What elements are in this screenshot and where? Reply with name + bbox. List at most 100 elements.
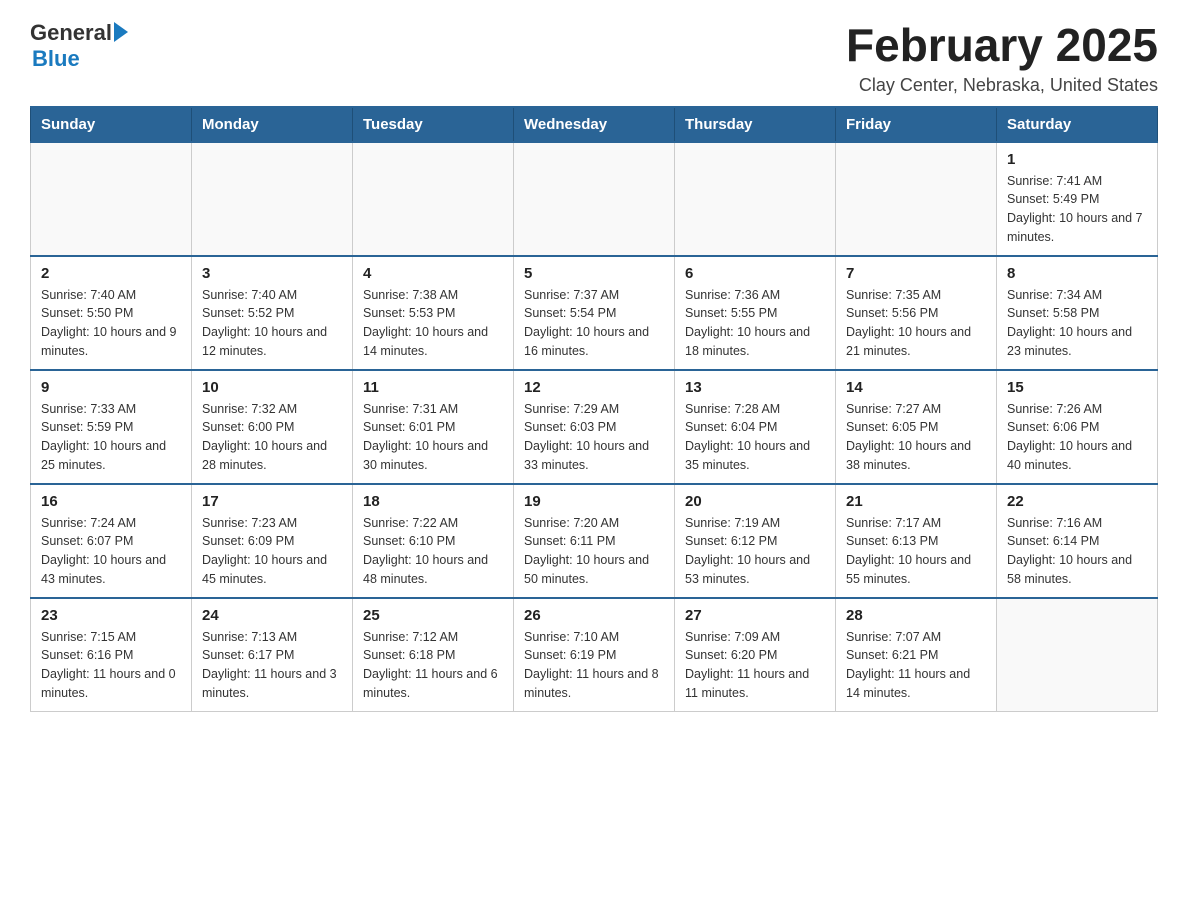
calendar-day-cell: 5 Sunrise: 7:37 AMSunset: 5:54 PMDaylight… bbox=[514, 256, 675, 370]
calendar-day-cell: 20 Sunrise: 7:19 AMSunset: 6:12 PMDayligh… bbox=[675, 484, 836, 598]
day-info: Sunrise: 7:15 AMSunset: 6:16 PMDaylight:… bbox=[41, 628, 181, 703]
day-info: Sunrise: 7:19 AMSunset: 6:12 PMDaylight:… bbox=[685, 514, 825, 589]
day-of-week-header: Friday bbox=[836, 107, 997, 142]
day-number: 11 bbox=[363, 379, 503, 396]
calendar-day-cell: 23 Sunrise: 7:15 AMSunset: 6:16 PMDayligh… bbox=[31, 598, 192, 712]
day-info: Sunrise: 7:23 AMSunset: 6:09 PMDaylight:… bbox=[202, 514, 342, 589]
day-number: 18 bbox=[363, 493, 503, 510]
day-of-week-header: Wednesday bbox=[514, 107, 675, 142]
day-info: Sunrise: 7:24 AMSunset: 6:07 PMDaylight:… bbox=[41, 514, 181, 589]
day-info: Sunrise: 7:12 AMSunset: 6:18 PMDaylight:… bbox=[363, 628, 503, 703]
day-of-week-header: Monday bbox=[192, 107, 353, 142]
day-number: 4 bbox=[363, 265, 503, 282]
day-number: 7 bbox=[846, 265, 986, 282]
day-number: 2 bbox=[41, 265, 181, 282]
title-section: February 2025 Clay Center, Nebraska, Uni… bbox=[846, 20, 1158, 96]
day-number: 3 bbox=[202, 265, 342, 282]
calendar-day-cell: 6 Sunrise: 7:36 AMSunset: 5:55 PMDaylight… bbox=[675, 256, 836, 370]
day-number: 23 bbox=[41, 607, 181, 624]
calendar-day-cell: 18 Sunrise: 7:22 AMSunset: 6:10 PMDayligh… bbox=[353, 484, 514, 598]
calendar-day-cell: 16 Sunrise: 7:24 AMSunset: 6:07 PMDayligh… bbox=[31, 484, 192, 598]
day-info: Sunrise: 7:31 AMSunset: 6:01 PMDaylight:… bbox=[363, 400, 503, 475]
day-info: Sunrise: 7:29 AMSunset: 6:03 PMDaylight:… bbox=[524, 400, 664, 475]
day-info: Sunrise: 7:35 AMSunset: 5:56 PMDaylight:… bbox=[846, 286, 986, 361]
day-number: 22 bbox=[1007, 493, 1147, 510]
day-info: Sunrise: 7:36 AMSunset: 5:55 PMDaylight:… bbox=[685, 286, 825, 361]
calendar-day-cell: 3 Sunrise: 7:40 AMSunset: 5:52 PMDaylight… bbox=[192, 256, 353, 370]
day-info: Sunrise: 7:20 AMSunset: 6:11 PMDaylight:… bbox=[524, 514, 664, 589]
day-of-week-header: Sunday bbox=[31, 107, 192, 142]
day-info: Sunrise: 7:10 AMSunset: 6:19 PMDaylight:… bbox=[524, 628, 664, 703]
day-info: Sunrise: 7:13 AMSunset: 6:17 PMDaylight:… bbox=[202, 628, 342, 703]
calendar-day-cell bbox=[836, 142, 997, 256]
day-number: 19 bbox=[524, 493, 664, 510]
day-info: Sunrise: 7:09 AMSunset: 6:20 PMDaylight:… bbox=[685, 628, 825, 703]
calendar-day-cell: 15 Sunrise: 7:26 AMSunset: 6:06 PMDayligh… bbox=[997, 370, 1158, 484]
calendar-week-row: 16 Sunrise: 7:24 AMSunset: 6:07 PMDayligh… bbox=[31, 484, 1158, 598]
day-number: 13 bbox=[685, 379, 825, 396]
calendar-day-cell: 7 Sunrise: 7:35 AMSunset: 5:56 PMDaylight… bbox=[836, 256, 997, 370]
day-number: 1 bbox=[1007, 151, 1147, 168]
day-info: Sunrise: 7:16 AMSunset: 6:14 PMDaylight:… bbox=[1007, 514, 1147, 589]
calendar-day-cell bbox=[353, 142, 514, 256]
logo-blue-text: Blue bbox=[32, 46, 80, 72]
day-info: Sunrise: 7:07 AMSunset: 6:21 PMDaylight:… bbox=[846, 628, 986, 703]
day-number: 12 bbox=[524, 379, 664, 396]
logo: General Blue bbox=[30, 20, 128, 72]
day-of-week-header: Tuesday bbox=[353, 107, 514, 142]
logo-general-text: General bbox=[30, 20, 112, 46]
calendar-week-row: 23 Sunrise: 7:15 AMSunset: 6:16 PMDayligh… bbox=[31, 598, 1158, 712]
day-number: 17 bbox=[202, 493, 342, 510]
day-number: 27 bbox=[685, 607, 825, 624]
day-of-week-header: Saturday bbox=[997, 107, 1158, 142]
day-info: Sunrise: 7:40 AMSunset: 5:50 PMDaylight:… bbox=[41, 286, 181, 361]
calendar-day-cell: 13 Sunrise: 7:28 AMSunset: 6:04 PMDayligh… bbox=[675, 370, 836, 484]
day-number: 10 bbox=[202, 379, 342, 396]
day-number: 20 bbox=[685, 493, 825, 510]
calendar-week-row: 9Sunrise: 7:33 AMSunset: 5:59 PMDaylight… bbox=[31, 370, 1158, 484]
day-info: Sunrise: 7:28 AMSunset: 6:04 PMDaylight:… bbox=[685, 400, 825, 475]
calendar-day-cell: 24 Sunrise: 7:13 AMSunset: 6:17 PMDayligh… bbox=[192, 598, 353, 712]
day-info: Sunrise: 7:34 AMSunset: 5:58 PMDaylight:… bbox=[1007, 286, 1147, 361]
day-number: 21 bbox=[846, 493, 986, 510]
day-number: 6 bbox=[685, 265, 825, 282]
calendar-day-cell: 9Sunrise: 7:33 AMSunset: 5:59 PMDaylight… bbox=[31, 370, 192, 484]
day-info: Sunrise: 7:17 AMSunset: 6:13 PMDaylight:… bbox=[846, 514, 986, 589]
calendar-day-cell bbox=[997, 598, 1158, 712]
day-info: Sunrise: 7:38 AMSunset: 5:53 PMDaylight:… bbox=[363, 286, 503, 361]
day-info: Sunrise: 7:37 AMSunset: 5:54 PMDaylight:… bbox=[524, 286, 664, 361]
calendar-day-cell: 12 Sunrise: 7:29 AMSunset: 6:03 PMDayligh… bbox=[514, 370, 675, 484]
calendar-day-cell: 21 Sunrise: 7:17 AMSunset: 6:13 PMDayligh… bbox=[836, 484, 997, 598]
calendar-day-cell: 10 Sunrise: 7:32 AMSunset: 6:00 PMDayligh… bbox=[192, 370, 353, 484]
day-info: Sunrise: 7:22 AMSunset: 6:10 PMDaylight:… bbox=[363, 514, 503, 589]
day-number: 5 bbox=[524, 265, 664, 282]
calendar-day-cell bbox=[192, 142, 353, 256]
location-subtitle: Clay Center, Nebraska, United States bbox=[846, 75, 1158, 96]
calendar-day-cell bbox=[675, 142, 836, 256]
day-number: 15 bbox=[1007, 379, 1147, 396]
calendar-day-cell: 28Sunrise: 7:07 AMSunset: 6:21 PMDayligh… bbox=[836, 598, 997, 712]
calendar-day-cell: 17 Sunrise: 7:23 AMSunset: 6:09 PMDayligh… bbox=[192, 484, 353, 598]
calendar-week-row: 1 Sunrise: 7:41 AMSunset: 5:49 PMDaylight… bbox=[31, 142, 1158, 256]
day-info: Sunrise: 7:40 AMSunset: 5:52 PMDaylight:… bbox=[202, 286, 342, 361]
calendar-day-cell: 25 Sunrise: 7:12 AMSunset: 6:18 PMDayligh… bbox=[353, 598, 514, 712]
month-title: February 2025 bbox=[846, 20, 1158, 71]
logo-triangle-icon bbox=[114, 22, 128, 42]
day-number: 16 bbox=[41, 493, 181, 510]
day-info: Sunrise: 7:32 AMSunset: 6:00 PMDaylight:… bbox=[202, 400, 342, 475]
day-number: 25 bbox=[363, 607, 503, 624]
day-number: 8 bbox=[1007, 265, 1147, 282]
day-number: 9 bbox=[41, 379, 181, 396]
calendar-day-cell: 8 Sunrise: 7:34 AMSunset: 5:58 PMDaylight… bbox=[997, 256, 1158, 370]
calendar-day-cell: 2 Sunrise: 7:40 AMSunset: 5:50 PMDaylight… bbox=[31, 256, 192, 370]
day-info: Sunrise: 7:26 AMSunset: 6:06 PMDaylight:… bbox=[1007, 400, 1147, 475]
day-info: Sunrise: 7:27 AMSunset: 6:05 PMDaylight:… bbox=[846, 400, 986, 475]
day-number: 26 bbox=[524, 607, 664, 624]
calendar-day-cell: 26 Sunrise: 7:10 AMSunset: 6:19 PMDayligh… bbox=[514, 598, 675, 712]
day-of-week-header: Thursday bbox=[675, 107, 836, 142]
day-number: 14 bbox=[846, 379, 986, 396]
day-number: 24 bbox=[202, 607, 342, 624]
calendar-week-row: 2 Sunrise: 7:40 AMSunset: 5:50 PMDaylight… bbox=[31, 256, 1158, 370]
day-info: Sunrise: 7:41 AMSunset: 5:49 PMDaylight:… bbox=[1007, 172, 1147, 247]
calendar-day-cell bbox=[514, 142, 675, 256]
